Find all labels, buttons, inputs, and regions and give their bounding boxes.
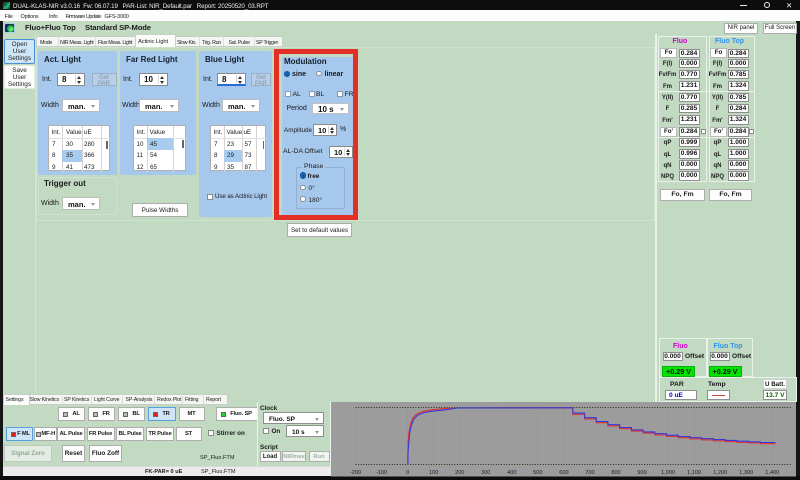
svg-text:0: 0 [406, 470, 409, 476]
svg-text:1,000: 1,000 [661, 470, 675, 476]
svg-text:900: 900 [637, 470, 646, 476]
svg-text:1,200: 1,200 [713, 470, 727, 476]
svg-text:1,400: 1,400 [765, 470, 779, 476]
svg-text:700: 700 [585, 470, 594, 476]
svg-text:500: 500 [533, 470, 542, 476]
svg-text:100: 100 [429, 470, 438, 476]
svg-text:600: 600 [559, 470, 568, 476]
svg-text:-200: -200 [350, 470, 361, 476]
svg-text:-100: -100 [376, 470, 387, 476]
svg-text:200: 200 [455, 470, 464, 476]
svg-text:300: 300 [481, 470, 490, 476]
svg-text:1,100: 1,100 [687, 470, 701, 476]
svg-text:400: 400 [507, 470, 516, 476]
svg-text:1,300: 1,300 [739, 470, 753, 476]
svg-text:800: 800 [611, 470, 620, 476]
